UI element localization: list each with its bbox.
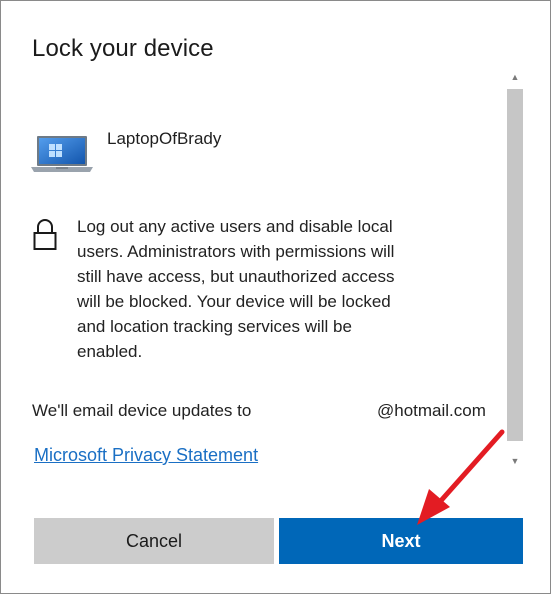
email-row: We'll email device updates to @hotmail.c…	[32, 401, 502, 425]
lock-icon	[33, 219, 57, 250]
device-row: LaptopOfBrady	[31, 127, 471, 177]
dialog-title: Lock your device	[32, 35, 214, 62]
cancel-button[interactable]: Cancel	[34, 518, 274, 564]
email-label: We'll email device updates to	[32, 401, 252, 420]
privacy-statement-link[interactable]: Microsoft Privacy Statement	[34, 445, 258, 466]
lock-device-dialog: Lock your device LaptopOfBrady Log out a…	[0, 0, 551, 594]
lock-notice-text: Log out any active users and disable loc…	[77, 217, 395, 361]
scroll-up-icon[interactable]: ▲	[506, 67, 524, 87]
scroll-track[interactable]	[507, 89, 523, 449]
laptop-icon	[31, 136, 93, 172]
device-name: LaptopOfBrady	[107, 129, 222, 148]
vertical-scrollbar[interactable]: ▲ ▼	[506, 67, 524, 471]
email-address: @hotmail.com	[377, 401, 486, 420]
scroll-thumb[interactable]	[507, 89, 523, 441]
next-button[interactable]: Next	[279, 518, 523, 564]
scroll-down-icon[interactable]: ▼	[506, 451, 524, 471]
